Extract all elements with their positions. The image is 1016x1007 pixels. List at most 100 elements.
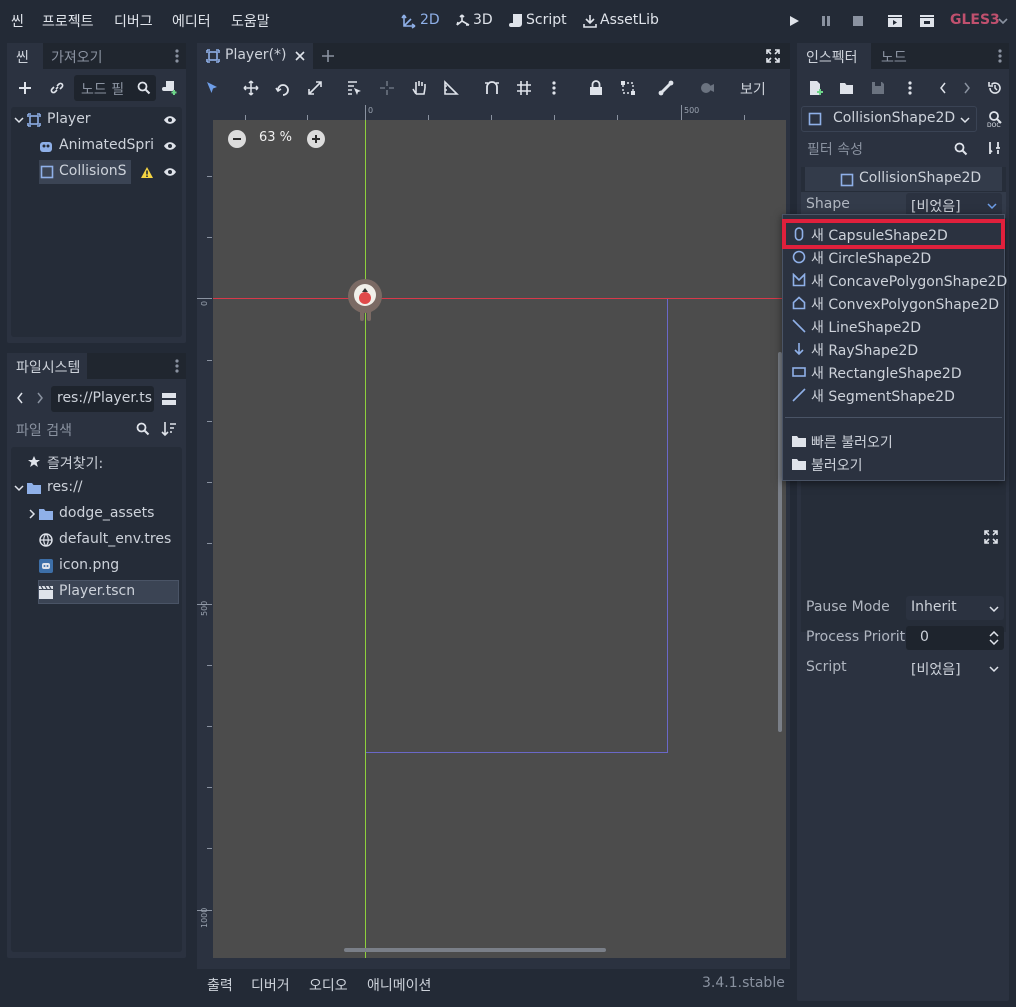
chevron-right-icon[interactable] [27, 508, 37, 520]
history-icon[interactable] [986, 79, 1004, 97]
menu-item-circle[interactable]: 새 CircleShape2D [787, 246, 997, 268]
bottom-tab-animation[interactable]: 애니메이션 [367, 975, 431, 995]
tab-node[interactable]: 노드 [871, 43, 917, 69]
pause-icon[interactable] [817, 12, 835, 30]
sort-icon[interactable] [160, 420, 178, 438]
file-item-favorites[interactable]: 즐겨찾기: [11, 450, 182, 474]
file-item-res[interactable]: res:// [11, 476, 182, 500]
zoom-level[interactable]: 63 % [259, 130, 292, 145]
visibility-eye-icon[interactable] [162, 164, 178, 180]
canvas-area[interactable]: 63 % [213, 120, 786, 958]
horizontal-scrollbar[interactable] [344, 948, 606, 952]
menu-scene[interactable]: 씬 [11, 11, 24, 31]
menu-item-concave-polygon[interactable]: 새 ConcavePolygonShape2D [787, 269, 1007, 291]
chevron-down-icon[interactable] [14, 114, 24, 126]
menu-item-line[interactable]: 새 LineShape2D [787, 315, 997, 337]
spin-arrows-icon[interactable] [988, 630, 1000, 646]
bottom-tab-output[interactable]: 출력 [207, 975, 233, 995]
kebab-menu-icon[interactable] [172, 48, 182, 64]
pan-tool-icon[interactable] [410, 79, 428, 97]
menu-project[interactable]: 프로젝트 [42, 11, 94, 31]
zoom-in-button[interactable] [307, 130, 325, 148]
smart-snap-icon[interactable] [483, 79, 501, 97]
tab-player-scene[interactable]: Player(*) [197, 43, 313, 69]
menu-item-capsule[interactable]: 새 CapsuleShape2D [787, 223, 997, 245]
chevron-right-icon[interactable] [961, 80, 973, 96]
bone-icon[interactable] [657, 79, 675, 97]
ruler-tool-icon[interactable] [442, 79, 460, 97]
kebab-menu-icon[interactable] [549, 79, 559, 97]
camera-override-icon[interactable] [698, 79, 716, 97]
kebab-menu-icon[interactable] [995, 48, 1005, 64]
process-priority-spinbox[interactable]: 0 [906, 626, 1004, 650]
section-header[interactable]: CollisionShape2D [805, 167, 1002, 191]
tree-item-collisionshape[interactable]: CollisionS [11, 160, 182, 184]
menu-item-rectangle[interactable]: 새 RectangleShape2D [787, 361, 997, 383]
file-item-dodge-assets[interactable]: dodge_assets [11, 502, 182, 526]
tree-item-player[interactable]: Player [11, 108, 182, 132]
chevron-down-icon[interactable] [996, 12, 1010, 30]
menu-debug[interactable]: 디버그 [114, 11, 153, 31]
menu-item-load[interactable]: 불러오기 [787, 453, 997, 475]
attach-script-icon[interactable] [161, 79, 179, 97]
select-tool-icon[interactable] [203, 79, 221, 97]
expand-icon[interactable] [982, 528, 1000, 546]
distraction-free-icon[interactable] [765, 48, 781, 64]
file-item-icon-png[interactable]: icon.png [11, 554, 182, 578]
bottom-tab-audio[interactable]: 오디오 [309, 975, 348, 995]
link-icon[interactable] [48, 79, 66, 97]
menu-item-quick-load[interactable]: 빠른 불러오기 [787, 430, 997, 452]
new-resource-icon[interactable] [807, 79, 825, 97]
menu-item-convex-polygon[interactable]: 새 ConvexPolygonShape2D [787, 292, 999, 314]
path-field[interactable]: res://Player.ts [51, 386, 154, 412]
menu-item-segment[interactable]: 새 SegmentShape2D [787, 384, 997, 406]
file-item-player-tscn[interactable]: Player.tscn [11, 580, 182, 604]
view-menu-button[interactable]: 보기 [740, 79, 766, 99]
object-selector[interactable]: CollisionShape2D [801, 106, 977, 132]
kebab-menu-icon[interactable] [905, 79, 915, 97]
chevron-left-icon[interactable] [14, 390, 26, 406]
workspace-script-button[interactable]: Script [507, 10, 569, 32]
chevron-left-icon[interactable] [937, 80, 949, 96]
warning-icon[interactable] [139, 164, 155, 180]
open-folder-icon[interactable] [838, 79, 856, 97]
menu-help[interactable]: 도움말 [231, 11, 270, 31]
doc-help-icon[interactable]: DOC [985, 109, 1005, 129]
list-select-icon[interactable] [345, 79, 363, 97]
workspace-3d-button[interactable]: 3D [454, 10, 494, 32]
chevron-down-icon[interactable] [14, 482, 24, 494]
move-tool-icon[interactable] [242, 79, 260, 97]
tab-scene[interactable]: 씬 [7, 43, 43, 69]
pivot-tool-icon[interactable] [378, 79, 396, 97]
tools-icon[interactable] [985, 139, 1003, 157]
grid-snap-icon[interactable] [515, 79, 533, 97]
save-icon[interactable] [869, 79, 887, 97]
add-node-icon[interactable] [16, 79, 34, 97]
play-custom-scene-icon[interactable] [918, 12, 936, 30]
play-icon[interactable] [785, 12, 803, 30]
file-search-input[interactable]: 파일 검색 [11, 416, 155, 442]
scale-tool-icon[interactable] [306, 79, 324, 97]
lock-icon[interactable] [587, 79, 605, 97]
file-item-default-env[interactable]: default_env.tres [11, 528, 182, 552]
bottom-tab-debugger[interactable]: 디버거 [251, 975, 290, 995]
tab-filesystem[interactable]: 파일시스템 [7, 353, 87, 379]
rotate-tool-icon[interactable] [274, 79, 292, 97]
play-scene-icon[interactable] [886, 12, 904, 30]
workspace-assetlib-button[interactable]: AssetLib [581, 10, 661, 32]
visibility-eye-icon[interactable] [162, 138, 178, 154]
close-icon[interactable] [293, 49, 307, 63]
stop-icon[interactable] [849, 12, 867, 30]
add-tab-icon[interactable] [320, 48, 336, 64]
chevron-right-icon[interactable] [34, 390, 46, 406]
group-icon[interactable] [619, 79, 637, 97]
workspace-2d-button[interactable]: 2D [400, 10, 440, 32]
script-value-picker[interactable]: [비었음] [906, 656, 1004, 680]
tree-item-animatedsprite[interactable]: AnimatedSpri [11, 134, 182, 158]
menu-editor[interactable]: 에디터 [172, 11, 211, 31]
zoom-out-button[interactable] [228, 130, 246, 148]
pause-mode-select[interactable]: Inherit [906, 596, 1004, 620]
property-filter-input[interactable]: 필터 속성 [801, 136, 973, 162]
player-sprite[interactable] [348, 279, 384, 323]
visibility-eye-icon[interactable] [162, 112, 178, 128]
